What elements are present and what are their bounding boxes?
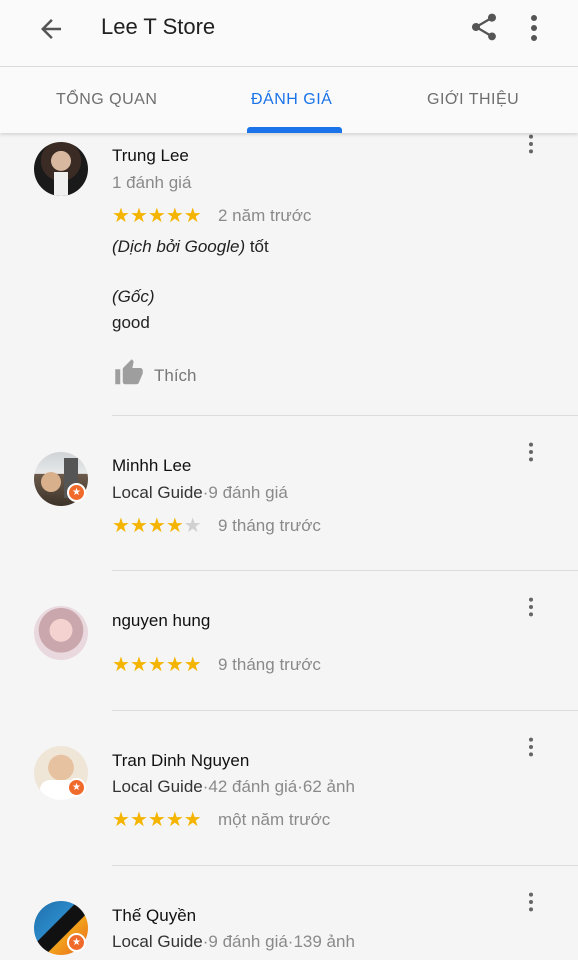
star-icon: ★ — [147, 809, 166, 831]
avatar[interactable] — [34, 606, 88, 660]
star-icon: ★ — [129, 205, 148, 227]
active-tab-indicator — [247, 127, 342, 133]
rating-stars: ★★★★★ — [112, 807, 202, 832]
divider — [112, 570, 578, 571]
star-icon: ★ — [112, 654, 130, 676]
tab-reviews[interactable]: ĐÁNH GIÁ — [251, 91, 332, 109]
rating-stars: ★★★★★ — [112, 513, 202, 538]
star-icon: ★ — [165, 515, 184, 537]
local-guide-label: Local Guide — [112, 932, 203, 951]
star-icon: ★ — [183, 205, 202, 227]
star-icon: ★ — [165, 809, 184, 831]
arrow-left-icon[interactable] — [36, 14, 66, 44]
star-icon: ★ — [147, 205, 166, 227]
review-time: 9 tháng trước — [218, 655, 321, 674]
reviewer-name[interactable]: Tran Dinh Nguyen — [112, 751, 249, 771]
review-text: (Dịch bởi Google) tốt — [112, 237, 269, 257]
share-icon[interactable] — [468, 10, 500, 44]
review-time: một năm trước — [218, 810, 331, 829]
star-icon: ★ — [165, 654, 184, 676]
review-time: 2 năm trước — [218, 206, 312, 225]
star-icon: ★ — [129, 809, 148, 831]
more-vert-icon[interactable] — [527, 13, 541, 43]
translated-text: tốt — [245, 237, 269, 256]
page-title: Lee T Store — [101, 14, 216, 39]
local-guide-badge-icon: ★ — [67, 933, 86, 952]
tab-about[interactable]: GIỚI THIỆU — [427, 91, 519, 109]
local-guide-badge-icon: ★ — [67, 778, 86, 797]
reviewer-meta: Local Guide·9 đánh giá·139 ảnh — [112, 932, 355, 951]
more-vert-icon[interactable] — [526, 441, 536, 463]
app-bar: Lee T Store — [0, 0, 578, 67]
tab-overview[interactable]: TỔNG QUAN — [56, 91, 157, 109]
local-guide-label: Local Guide — [112, 777, 203, 796]
star-icon: ★ — [112, 809, 130, 831]
more-vert-icon[interactable] — [526, 133, 536, 155]
star-icon: ★ — [147, 515, 166, 537]
original-text: good — [112, 313, 150, 332]
thumbs-up-icon[interactable] — [112, 358, 146, 388]
star-icon: ★ — [183, 654, 202, 676]
rating-stars: ★★★★★ — [112, 203, 202, 228]
star-icon: ★ — [183, 809, 202, 831]
tab-bar: TỔNG QUAN ĐÁNH GIÁ GIỚI THIỆU — [0, 67, 578, 133]
star-icon: ★ — [129, 654, 148, 676]
reviewer-meta: Local Guide·42 đánh giá·62 ảnh — [112, 777, 355, 796]
reviewer-meta: Local Guide·9 đánh giá — [112, 483, 288, 502]
divider — [112, 710, 578, 711]
reviewer-name[interactable]: Thế Quyền — [112, 906, 196, 926]
reviewer-meta: 1 đánh giá — [112, 173, 192, 192]
local-guide-label: Local Guide — [112, 483, 203, 502]
review-time: 9 tháng trước — [218, 516, 321, 535]
star-icon: ★ — [147, 654, 166, 676]
reviewer-name[interactable]: Minhh Lee — [112, 456, 191, 476]
star-icon: ★ — [112, 515, 130, 537]
more-vert-icon[interactable] — [526, 736, 536, 758]
reviewer-name[interactable]: nguyen hung — [112, 611, 210, 631]
original-label: (Gốc) — [112, 287, 155, 306]
avatar[interactable] — [34, 142, 88, 196]
more-vert-icon[interactable] — [526, 891, 536, 913]
star-icon: ★ — [165, 205, 184, 227]
rating-stars: ★★★★★ — [112, 652, 202, 677]
divider — [112, 865, 578, 866]
more-vert-icon[interactable] — [526, 596, 536, 618]
reviewer-name[interactable]: Trung Lee — [112, 146, 189, 166]
divider — [112, 415, 578, 416]
like-button[interactable]: Thích — [154, 366, 197, 386]
star-icon: ★ — [112, 205, 130, 227]
star-empty-icon: ★ — [183, 515, 202, 537]
star-icon: ★ — [129, 515, 148, 537]
local-guide-badge-icon: ★ — [67, 483, 86, 502]
translated-label: (Dịch bởi Google) — [112, 237, 246, 256]
